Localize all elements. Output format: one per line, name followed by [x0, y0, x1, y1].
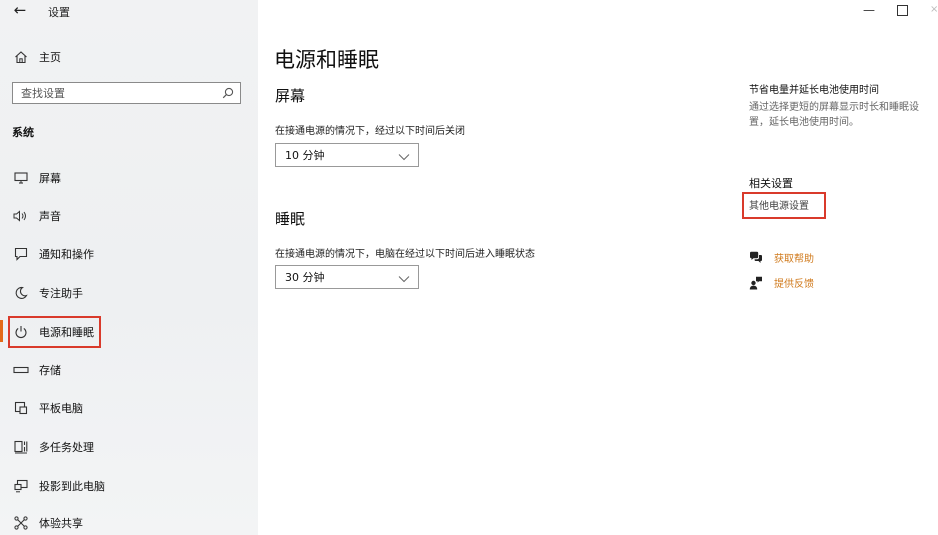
- speaker-icon: [12, 210, 30, 222]
- power-icon: [12, 325, 30, 339]
- nav-item-label: 体验共享: [39, 517, 83, 530]
- sleep-description: 在接通电源的情况下，电脑在经过以下时间后进入睡眠状态: [275, 249, 535, 260]
- back-arrow-icon[interactable]: ←: [12, 2, 28, 18]
- home-icon: [12, 50, 30, 64]
- screen-timeout-dropdown[interactable]: 10 分钟: [275, 143, 419, 167]
- nav-item-notifications[interactable]: 通知和操作: [12, 244, 94, 264]
- give-feedback-label: 提供反馈: [774, 279, 814, 290]
- feedback-person-icon: [748, 276, 764, 290]
- nav-item-label: 专注助手: [39, 287, 83, 300]
- page-title: 电源和睡眠: [274, 48, 379, 72]
- sidebar: ← 设置 主页 系统 屏幕 声音 通知和操作 专注助手: [0, 0, 258, 535]
- chevron-down-icon: [398, 146, 410, 165]
- give-feedback-link[interactable]: 提供反馈: [748, 275, 814, 290]
- search-input[interactable]: [21, 86, 211, 100]
- minimize-button[interactable]: —: [862, 0, 876, 20]
- nav-item-label: 存储: [39, 364, 61, 377]
- moon-icon: [12, 286, 30, 300]
- get-help-label: 获取帮助: [774, 254, 814, 265]
- sleep-timeout-dropdown[interactable]: 30 分钟: [275, 265, 419, 289]
- nav-item-label: 屏幕: [39, 172, 61, 185]
- project-icon: [12, 479, 30, 493]
- nav-item-project[interactable]: 投影到此电脑: [12, 476, 105, 496]
- close-button[interactable]: ×: [930, 0, 938, 20]
- nav-item-power-sleep[interactable]: 电源和睡眠: [12, 322, 94, 342]
- sleep-timeout-value: 30 分钟: [285, 271, 325, 284]
- selected-indicator: [0, 320, 3, 342]
- nav-item-label: 平板电脑: [39, 402, 83, 415]
- get-help-link[interactable]: 获取帮助: [748, 250, 814, 265]
- multitask-icon: [12, 440, 30, 454]
- nav-item-sound[interactable]: 声音: [12, 206, 61, 226]
- nav-item-home[interactable]: 主页: [12, 47, 61, 67]
- screen-description: 在接通电源的情况下，经过以下时间后关闭: [275, 126, 465, 137]
- section-label-system: 系统: [12, 126, 34, 139]
- additional-power-settings-link[interactable]: 其他电源设置: [749, 197, 809, 212]
- related-settings-title: 相关设置: [749, 177, 793, 190]
- search-box[interactable]: [12, 82, 241, 104]
- nav-item-home-label: 主页: [39, 51, 61, 64]
- nav-item-shared-experiences[interactable]: 体验共享: [12, 513, 83, 533]
- storage-icon: [12, 365, 30, 375]
- nav-item-label: 声音: [39, 210, 61, 223]
- nav-item-multitasking[interactable]: 多任务处理: [12, 437, 94, 457]
- sleep-heading: 睡眠: [275, 210, 306, 228]
- search-icon[interactable]: [222, 84, 234, 103]
- chevron-down-icon: [398, 268, 410, 287]
- screen-heading: 屏幕: [275, 87, 306, 105]
- share-icon: [12, 516, 30, 530]
- battery-tip-text: 通过选择更短的屏幕显示时长和睡眠设置，延长电池使用时间。: [749, 102, 919, 128]
- help-chat-icon: [748, 251, 764, 264]
- display-icon: [12, 172, 30, 184]
- notification-icon: [12, 247, 30, 261]
- nav-item-display[interactable]: 屏幕: [12, 168, 61, 188]
- tablet-icon: [12, 401, 30, 415]
- nav-item-label: 电源和睡眠: [39, 326, 94, 339]
- nav-item-label: 投影到此电脑: [39, 480, 105, 493]
- app-title: 设置: [48, 6, 70, 19]
- nav-item-focus-assist[interactable]: 专注助手: [12, 283, 83, 303]
- nav-item-label: 多任务处理: [39, 441, 94, 454]
- nav-item-storage[interactable]: 存储: [12, 360, 61, 380]
- nav-item-tablet[interactable]: 平板电脑: [12, 398, 83, 418]
- battery-tip-title: 节省电量并延长电池使用时间: [749, 85, 879, 96]
- maximize-button[interactable]: [897, 5, 908, 16]
- screen-timeout-value: 10 分钟: [285, 149, 325, 162]
- nav-item-label: 通知和操作: [39, 248, 94, 261]
